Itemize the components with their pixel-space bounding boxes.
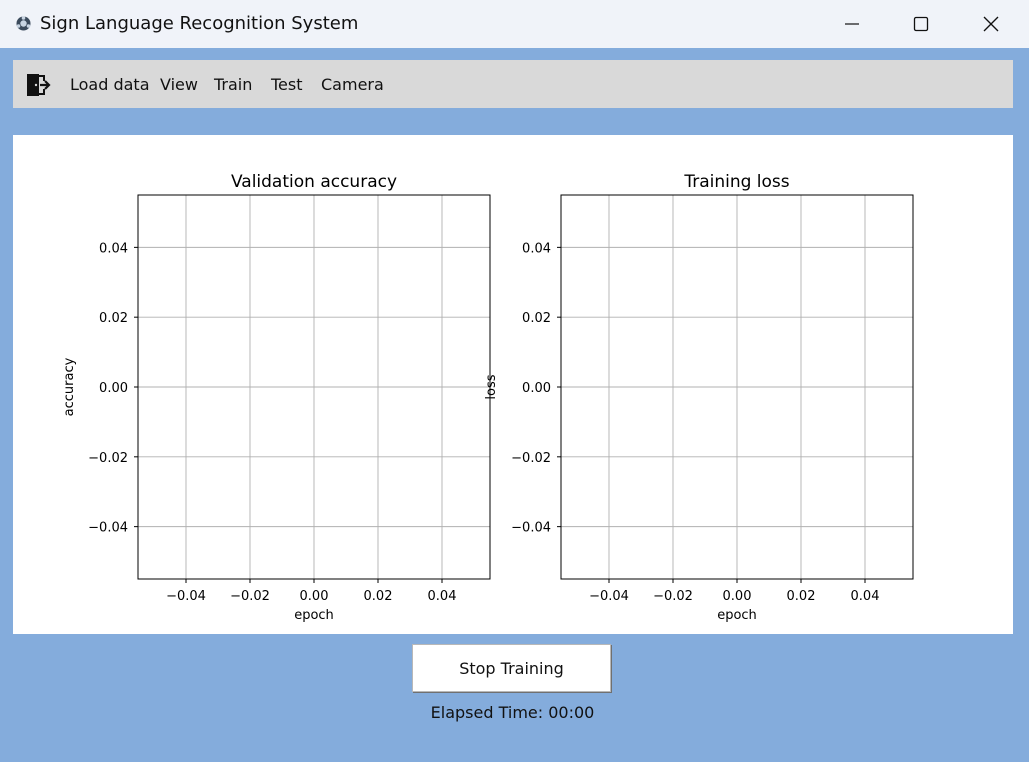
chart-accuracy-xtick-label-0: −0.04: [166, 589, 206, 604]
chart-loss-xtick-label-4: 0.04: [851, 589, 880, 604]
exit-door-icon[interactable]: [25, 72, 51, 98]
chart-accuracy-ytick-label-4: −0.04: [88, 521, 128, 536]
chart-loss-ylabel: loss: [484, 374, 499, 399]
chart-accuracy-xlabel: epoch: [294, 608, 334, 623]
chart-loss-xtick-label-3: 0.02: [787, 589, 816, 604]
menu-load-data[interactable]: Load data: [70, 75, 150, 94]
chart-accuracy-ylabel: accuracy: [62, 357, 77, 416]
title-bar: Sign Language Recognition System: [0, 0, 1029, 48]
chart-loss-xtick-label-2: 0.00: [723, 589, 752, 604]
elapsed-time-value: 00:00: [548, 703, 595, 722]
minimize-icon: [845, 23, 859, 25]
charts-canvas: −0.04 −0.02 0.00 0.02 0.04 0.04 0.02 0.00 −0.02 −…: [62, 172, 914, 623]
elapsed-time-label: Elapsed Time:: [430, 703, 544, 722]
chart-loss-ytick-label-1: 0.02: [522, 311, 551, 326]
chart-loss-xtick-label-0: −0.04: [589, 589, 629, 604]
chart-loss-ytick-label-3: −0.02: [511, 451, 551, 466]
chart-loss-xtick-label-1: −0.02: [653, 589, 693, 604]
chart-loss-ytick-label-4: −0.04: [511, 521, 551, 536]
chart-accuracy-xtick-label-3: 0.02: [364, 589, 393, 604]
close-icon: [983, 16, 999, 32]
menu-bar: Load data View Train Test Camera: [13, 60, 1013, 108]
menu-train[interactable]: Train: [214, 75, 252, 94]
chart-accuracy-title: Validation accuracy: [231, 172, 397, 192]
maximize-button[interactable]: [886, 0, 956, 48]
menu-view[interactable]: View: [160, 75, 198, 94]
window-title: Sign Language Recognition System: [40, 13, 359, 34]
menu-camera[interactable]: Camera: [321, 75, 384, 94]
stop-training-button[interactable]: Stop Training: [412, 644, 611, 692]
chart-loss-ytick-label-0: 0.04: [522, 241, 551, 256]
maximize-icon: [913, 16, 929, 32]
chart-loss-xlabel: epoch: [717, 608, 757, 623]
minimize-button[interactable]: [817, 0, 887, 48]
chart-loss-ytick-label-2: 0.00: [522, 381, 551, 396]
close-button[interactable]: [956, 0, 1026, 48]
chart-accuracy-xtick-label-2: 0.00: [300, 589, 329, 604]
chart-accuracy-ytick-label-1: 0.02: [99, 311, 128, 326]
plot-panel: −0.04 −0.02 0.00 0.02 0.04 0.04 0.02 0.00 −0.02 −…: [13, 135, 1013, 634]
chart-loss-title: Training loss: [683, 172, 789, 192]
chart-accuracy-ytick-label-3: −0.02: [88, 451, 128, 466]
chart-accuracy-xtick-label-4: 0.04: [428, 589, 457, 604]
chart-accuracy-ytick-label-0: 0.04: [99, 241, 128, 256]
elapsed-time: Elapsed Time: 00:00: [412, 703, 613, 722]
chart-accuracy-xtick-label-1: −0.02: [230, 589, 270, 604]
app-icon: [16, 16, 31, 31]
menu-test[interactable]: Test: [271, 75, 303, 94]
chart-accuracy-ytick-label-2: 0.00: [99, 381, 128, 396]
